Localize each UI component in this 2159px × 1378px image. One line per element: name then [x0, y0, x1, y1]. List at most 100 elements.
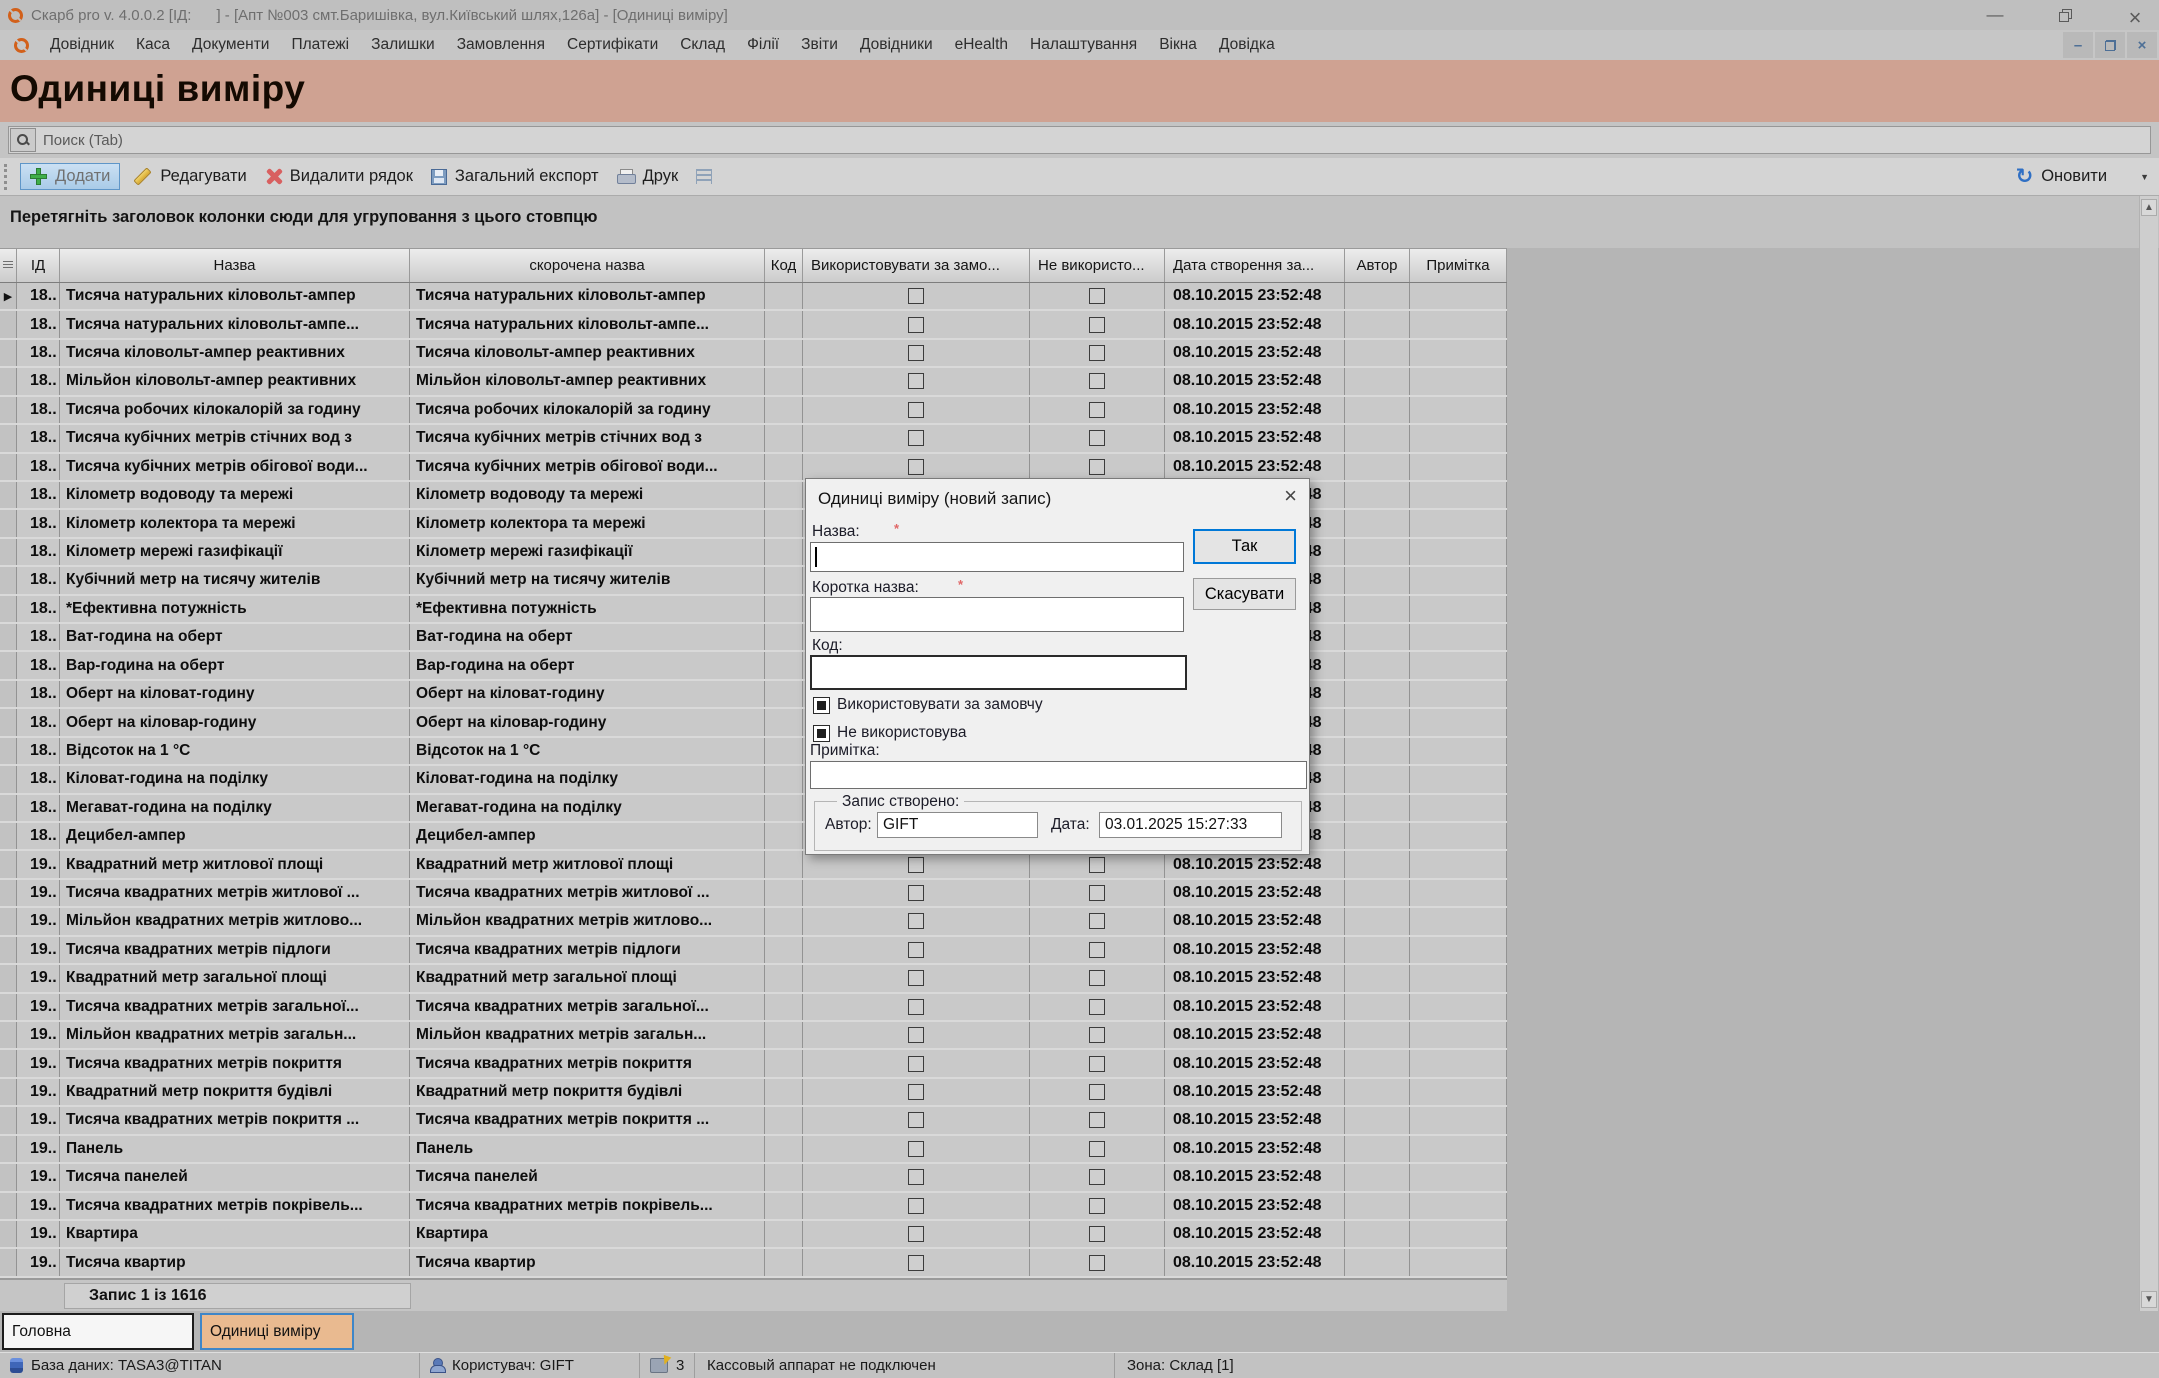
- table-row[interactable]: 19..Тисяча квартирТисяча квартир08.10.20…: [0, 1249, 1507, 1277]
- use-default-cell-checkbox[interactable]: [908, 1027, 924, 1043]
- not-used-cell-checkbox[interactable]: [1089, 1084, 1105, 1100]
- table-row[interactable]: 19..Квадратний метр житлової площіКвадра…: [0, 851, 1507, 879]
- note-input[interactable]: [810, 761, 1307, 789]
- column-header-code[interactable]: Код: [765, 249, 803, 282]
- print-button[interactable]: Друк: [608, 164, 688, 189]
- table-row[interactable]: 18..Тисяча робочих кілокалорій за годину…: [0, 397, 1507, 425]
- table-row[interactable]: 19..Тисяча квадратних метрів підлогиТися…: [0, 937, 1507, 965]
- use-default-cell-checkbox[interactable]: [908, 970, 924, 986]
- cancel-button[interactable]: Скасувати: [1193, 578, 1296, 610]
- menu-item-сертифікати[interactable]: Сертифікати: [556, 36, 669, 54]
- not-used-cell-checkbox[interactable]: [1089, 942, 1105, 958]
- group-by-panel[interactable]: Перетягніть заголовок колонки сюди для у…: [0, 196, 2159, 248]
- column-header-not-used[interactable]: Не використо...: [1030, 249, 1165, 282]
- use-default-checkbox[interactable]: [813, 697, 830, 714]
- use-default-cell-checkbox[interactable]: [908, 913, 924, 929]
- scroll-up-icon[interactable]: ▲: [2141, 199, 2157, 216]
- column-chooser-button[interactable]: [687, 166, 721, 187]
- column-header-use-default[interactable]: Використовувати за замо...: [803, 249, 1030, 282]
- mdi-close-button[interactable]: ×: [2127, 32, 2157, 58]
- use-default-cell-checkbox[interactable]: [908, 317, 924, 333]
- export-button[interactable]: Загальний експорт: [422, 164, 608, 189]
- table-row[interactable]: 19..Квадратний метр загальної площіКвадр…: [0, 965, 1507, 993]
- use-default-cell-checkbox[interactable]: [908, 1084, 924, 1100]
- column-header-name[interactable]: Назва: [60, 249, 410, 282]
- menu-item-каса[interactable]: Каса: [125, 36, 181, 54]
- author-input[interactable]: GIFT: [877, 812, 1038, 838]
- menu-item-замовлення[interactable]: Замовлення: [446, 36, 556, 54]
- edit-button[interactable]: Редагувати: [124, 164, 255, 189]
- table-row[interactable]: 19..Тисяча панелейТисяча панелей08.10.20…: [0, 1164, 1507, 1192]
- not-used-cell-checkbox[interactable]: [1089, 1255, 1105, 1271]
- use-default-cell-checkbox[interactable]: [908, 1056, 924, 1072]
- refresh-button[interactable]: ↻ Оновити: [2007, 163, 2117, 190]
- tab-units[interactable]: Одиниці виміру: [200, 1313, 354, 1350]
- toolbar-overflow-chevron-icon[interactable]: ▼: [2140, 172, 2149, 182]
- use-default-cell-checkbox[interactable]: [908, 345, 924, 361]
- not-used-checkbox[interactable]: [813, 725, 830, 742]
- use-default-cell-checkbox[interactable]: [908, 430, 924, 446]
- column-header-author[interactable]: Автор: [1345, 249, 1410, 282]
- table-row[interactable]: 19..Тисяча квадратних метрів житлової ..…: [0, 880, 1507, 908]
- not-used-cell-checkbox[interactable]: [1089, 459, 1105, 475]
- not-used-cell-checkbox[interactable]: [1089, 345, 1105, 361]
- not-used-cell-checkbox[interactable]: [1089, 1056, 1105, 1072]
- table-row[interactable]: 18..Мільйон кіловольт-ампер реактивнихМі…: [0, 368, 1507, 396]
- not-used-cell-checkbox[interactable]: [1089, 1169, 1105, 1185]
- use-default-checkbox-row[interactable]: Використовувати за замовчу: [813, 696, 1043, 714]
- use-default-cell-checkbox[interactable]: [908, 288, 924, 304]
- use-default-cell-checkbox[interactable]: [908, 1112, 924, 1128]
- use-default-cell-checkbox[interactable]: [908, 1255, 924, 1271]
- table-row[interactable]: 19..Тисяча квадратних метрів покриттяТис…: [0, 1050, 1507, 1078]
- table-row[interactable]: 19..Квадратний метр покриття будівліКвад…: [0, 1079, 1507, 1107]
- menu-item-залишки[interactable]: Залишки: [360, 36, 446, 54]
- table-row[interactable]: 18..Тисяча кубічних метрів стічних вод з…: [0, 425, 1507, 453]
- not-used-cell-checkbox[interactable]: [1089, 885, 1105, 901]
- menu-item-довідка[interactable]: Довідка: [1208, 36, 1286, 54]
- not-used-cell-checkbox[interactable]: [1089, 1198, 1105, 1214]
- table-row[interactable]: 19..ПанельПанель08.10.2015 23:52:48: [0, 1136, 1507, 1164]
- restore-button[interactable]: [2055, 5, 2075, 25]
- table-row[interactable]: 19..Тисяча квадратних метрів загальної..…: [0, 994, 1507, 1022]
- close-button[interactable]: ×: [2125, 5, 2145, 25]
- menu-item-довідник[interactable]: Довідник: [39, 36, 125, 54]
- menu-item-документи[interactable]: Документи: [181, 36, 280, 54]
- menu-item-філії[interactable]: Філії: [736, 36, 790, 54]
- table-row[interactable]: 19..Мільйон квадратних метрів житлово...…: [0, 908, 1507, 936]
- use-default-cell-checkbox[interactable]: [908, 1141, 924, 1157]
- table-row[interactable]: 19..Тисяча квадратних метрів покриття ..…: [0, 1107, 1507, 1135]
- use-default-cell-checkbox[interactable]: [908, 942, 924, 958]
- not-used-cell-checkbox[interactable]: [1089, 1141, 1105, 1157]
- menu-item-звіти[interactable]: Звіти: [790, 36, 849, 54]
- use-default-cell-checkbox[interactable]: [908, 459, 924, 475]
- vertical-scrollbar[interactable]: ▲ ▼: [2139, 196, 2158, 1311]
- use-default-cell-checkbox[interactable]: [908, 885, 924, 901]
- name-input[interactable]: [810, 542, 1184, 572]
- search-input[interactable]: [37, 131, 2150, 150]
- use-default-cell-checkbox[interactable]: [908, 857, 924, 873]
- menu-item-ehealth[interactable]: eHealth: [944, 36, 1019, 54]
- delete-row-button[interactable]: Видалити рядок: [256, 164, 422, 189]
- not-used-cell-checkbox[interactable]: [1089, 1226, 1105, 1242]
- not-used-cell-checkbox[interactable]: [1089, 288, 1105, 304]
- add-button[interactable]: Додати: [20, 163, 120, 190]
- not-used-cell-checkbox[interactable]: [1089, 1112, 1105, 1128]
- scroll-down-icon[interactable]: ▼: [2141, 1291, 2157, 1308]
- date-input[interactable]: 03.01.2025 15:27:33: [1099, 812, 1282, 838]
- menu-item-склад[interactable]: Склад: [669, 36, 736, 54]
- toolbar-grip[interactable]: [4, 164, 12, 190]
- dialog-close-icon[interactable]: ×: [1284, 485, 1297, 507]
- not-used-cell-checkbox[interactable]: [1089, 1027, 1105, 1043]
- table-row[interactable]: ▶18..Тисяча натуральних кіловольт-амперТ…: [0, 283, 1507, 311]
- use-default-cell-checkbox[interactable]: [908, 1169, 924, 1185]
- column-header-id[interactable]: ІД: [17, 249, 60, 282]
- menu-item-платежі[interactable]: Платежі: [280, 36, 360, 54]
- column-header-short[interactable]: скорочена назва: [410, 249, 765, 282]
- use-default-cell-checkbox[interactable]: [908, 402, 924, 418]
- use-default-cell-checkbox[interactable]: [908, 999, 924, 1015]
- minimize-button[interactable]: —: [1985, 5, 2005, 25]
- not-used-cell-checkbox[interactable]: [1089, 402, 1105, 418]
- table-row[interactable]: 18..Тисяча натуральних кіловольт-ампе...…: [0, 311, 1507, 339]
- table-row[interactable]: 19..Мільйон квадратних метрів загальн...…: [0, 1022, 1507, 1050]
- not-used-cell-checkbox[interactable]: [1089, 857, 1105, 873]
